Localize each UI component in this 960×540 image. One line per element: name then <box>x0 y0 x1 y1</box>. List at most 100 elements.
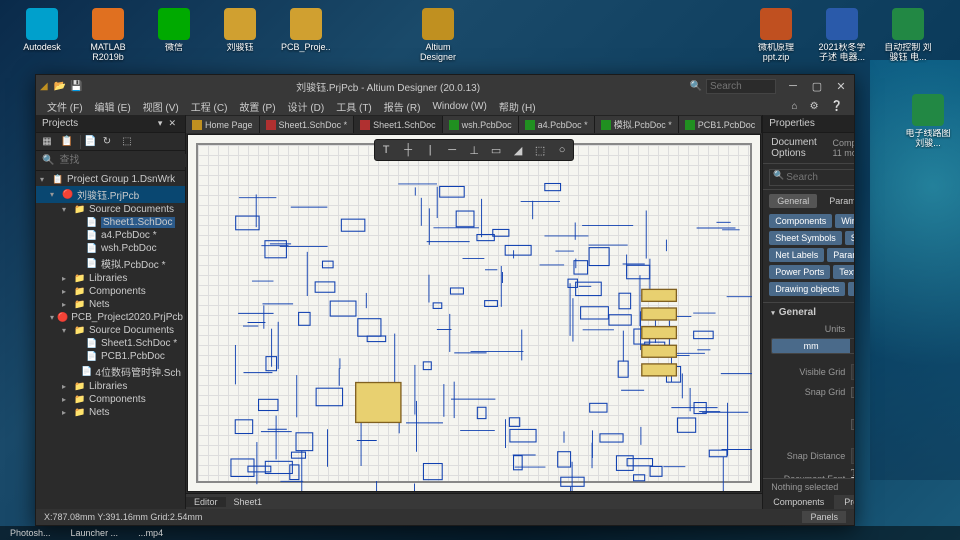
menubar-icon[interactable]: ⌂ <box>787 99 803 114</box>
tool-button[interactable]: T <box>377 142 395 158</box>
qat-save-icon[interactable]: 💾 <box>70 81 82 92</box>
projects-tree[interactable]: ▾📋Project Group 1.DsnWrk▾🔴刘骏钰.PrjPcb▾📁So… <box>36 171 185 509</box>
desktop-icon[interactable]: PCB_Proje... <box>282 8 330 63</box>
filter-chip[interactable]: Other <box>848 282 854 296</box>
desktop-icon[interactable]: 微机原理 ppt.zip <box>752 8 800 63</box>
tree-item[interactable]: ▾🔴刘骏钰.PrjPcb <box>36 186 185 203</box>
tool-button[interactable]: | <box>421 142 439 158</box>
filter-chip[interactable]: Parameters <box>827 248 854 262</box>
taskbar-item[interactable]: Photosh... <box>10 528 51 538</box>
tree-item[interactable]: ▾📋Project Group 1.DsnWrk <box>36 173 185 186</box>
document-tab[interactable]: 模拟.PcbDoc * <box>595 116 679 133</box>
desktop-icon[interactable]: 自动控制 刘骏钰 电... <box>884 8 932 63</box>
menu-item[interactable]: 故置 (P) <box>234 97 280 116</box>
projects-search-input[interactable] <box>58 154 192 167</box>
tree-item[interactable]: ▾📁Source Documents <box>36 203 185 216</box>
filter-chip[interactable]: Wires <box>835 214 854 228</box>
tool-button[interactable]: ┼ <box>399 142 417 158</box>
desktop-icon[interactable] <box>348 8 396 63</box>
close-button[interactable]: ✕ <box>832 79 850 93</box>
tool-button[interactable]: ─ <box>443 142 461 158</box>
filter-chip[interactable]: Power Ports <box>769 265 830 279</box>
filter-chip[interactable]: Components <box>769 214 832 228</box>
properties-search-input[interactable] <box>769 169 854 186</box>
menu-item[interactable]: Window (W) <box>427 99 491 114</box>
tree-item[interactable]: ▸📁Libraries <box>36 272 185 285</box>
tree-item[interactable]: 📄PCB1.PcbDoc <box>36 350 185 363</box>
document-tab[interactable]: Sheet1.SchDoc <box>354 116 443 133</box>
tree-item[interactable]: ▾🔴PCB_Project2020.PrjPcb <box>36 311 185 324</box>
tb-icon[interactable]: ⬚ <box>120 135 134 149</box>
desktop-icon[interactable]: Autodesk <box>18 8 66 63</box>
maximize-button[interactable]: ▢ <box>808 79 826 93</box>
menu-item[interactable]: 报告 (R) <box>379 97 426 116</box>
panel-menu-icon[interactable]: ▾ <box>155 118 166 129</box>
snap-elec-checkbox[interactable]: ✓ <box>851 419 854 430</box>
menu-item[interactable]: 编辑 (E) <box>90 97 136 116</box>
tool-button[interactable]: ▭ <box>487 142 505 158</box>
desktop-icon[interactable]: Altium Designer <box>414 8 462 63</box>
taskbar-item[interactable]: ...mp4 <box>138 528 163 538</box>
tree-item[interactable]: 📄wsh.PcbDoc <box>36 242 185 255</box>
tree-item[interactable]: 📄a4.PcbDoc * <box>36 229 185 242</box>
tool-button[interactable]: ⊥ <box>465 142 483 158</box>
panel-close-icon[interactable]: ✕ <box>165 118 179 129</box>
tree-item[interactable]: 📄模拟.PcbDoc * <box>36 255 185 272</box>
global-search-input[interactable] <box>706 79 776 94</box>
menubar-icon[interactable]: ❔ <box>826 99 848 114</box>
document-tab[interactable]: PCB1.PcbDoc <box>679 116 763 133</box>
menu-item[interactable]: 工具 (T) <box>331 97 377 116</box>
tb-icon[interactable]: 📄 <box>80 135 94 149</box>
menubar-icon[interactable]: ⚙ <box>805 99 824 114</box>
filter-chip[interactable]: Texts <box>833 265 854 279</box>
desktop-icon[interactable]: 2021秋冬学子述 电器... <box>818 8 866 63</box>
document-tab[interactable]: a4.PcbDoc * <box>519 116 595 133</box>
snap-grid-checkbox[interactable]: ✓ <box>851 387 854 398</box>
document-tab[interactable]: Sheet1.SchDoc * <box>260 116 355 133</box>
panels-button[interactable]: Panels <box>802 511 846 523</box>
filter-chip[interactable]: Sheet Entries <box>845 231 854 245</box>
unit-mils[interactable]: mils <box>850 339 854 353</box>
os-taskbar[interactable]: Photosh... Launcher ... ...mp4 <box>0 526 960 540</box>
document-tab[interactable]: wsh.PcbDoc <box>443 116 519 133</box>
document-tab[interactable]: Home Page <box>186 116 260 133</box>
editor-tab[interactable]: Editor <box>186 497 226 507</box>
tree-item[interactable]: ▸📁Libraries <box>36 380 185 393</box>
global-search[interactable]: 🔍 <box>690 79 776 94</box>
desktop-icon[interactable]: 刘骏钰 <box>216 8 264 63</box>
tab-general[interactable]: General <box>769 194 817 208</box>
tool-button[interactable]: ◢ <box>509 142 527 158</box>
tree-item[interactable]: 📄Sheet1.SchDoc * <box>36 337 185 350</box>
tb-icon[interactable]: ▦ <box>40 135 54 149</box>
desktop-icon[interactable]: 电子线路图 刘骏... <box>904 94 952 149</box>
doc-font-value[interactable]: Times New Roman, 10 <box>851 468 854 478</box>
snap-dist-input[interactable] <box>851 448 854 464</box>
unit-mm[interactable]: mm <box>772 339 850 353</box>
tool-button[interactable]: ○ <box>553 142 571 158</box>
sheet-tab[interactable]: Sheet1 <box>226 497 271 507</box>
desktop-icon[interactable]: 微信 <box>150 8 198 63</box>
tool-button[interactable]: ⬚ <box>531 142 549 158</box>
tab-parameters[interactable]: Parameters <box>821 194 854 208</box>
menu-item[interactable]: 工程 (C) <box>186 97 233 116</box>
section-general[interactable]: General <box>763 303 854 322</box>
menu-item[interactable]: 文件 (F) <box>42 97 88 116</box>
desktop-icon[interactable]: MATLAB R2019b <box>84 8 132 63</box>
menu-item[interactable]: 帮助 (H) <box>494 97 541 116</box>
tree-item[interactable]: 📄4位数码管时钟.Sch <box>36 363 185 380</box>
filter-chip[interactable]: Drawing objects <box>769 282 845 296</box>
foot-tab-properties[interactable]: Properties <box>834 495 854 509</box>
tree-item[interactable]: ▸📁Nets <box>36 406 185 419</box>
taskbar-item[interactable]: Launcher ... <box>71 528 119 538</box>
filter-chip[interactable]: Sheet Symbols <box>769 231 842 245</box>
foot-tab-components[interactable]: Components <box>763 495 834 509</box>
tree-item[interactable]: ▾📁Source Documents <box>36 324 185 337</box>
tb-icon[interactable]: 📋 <box>60 135 74 149</box>
filter-chip[interactable]: Net Labels <box>769 248 824 262</box>
schematic-editor[interactable]: T┼|─⊥▭◢⬚○ <box>187 134 761 492</box>
menu-item[interactable]: 设计 (D) <box>283 97 330 116</box>
minimize-button[interactable]: ─ <box>784 79 802 93</box>
tree-item[interactable]: ▸📁Nets <box>36 298 185 311</box>
menu-item[interactable]: 视图 (V) <box>138 97 184 116</box>
units-segmented[interactable]: mmmils <box>771 338 854 354</box>
